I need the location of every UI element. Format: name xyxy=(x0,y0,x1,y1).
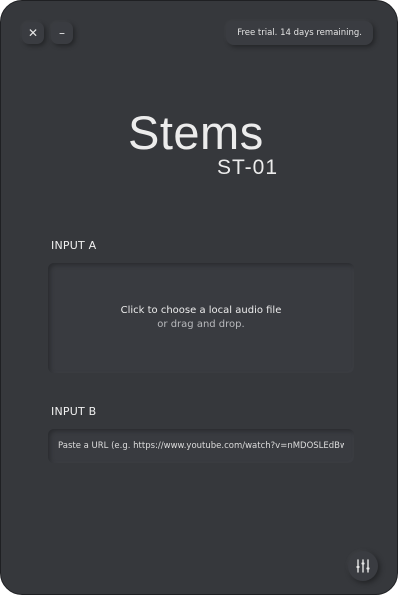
brand-logo: Stems ST-01 xyxy=(128,106,288,178)
mixer-sliders-icon xyxy=(356,559,370,573)
trial-text: Free trial. 14 days remaining. xyxy=(237,28,362,38)
url-input[interactable] xyxy=(48,429,354,463)
mixer-settings-button[interactable] xyxy=(348,551,378,581)
app-window: ✕ – Free trial. 14 days remaining. Stems… xyxy=(0,0,398,595)
audio-file-dropzone[interactable]: Click to choose a local audio file or dr… xyxy=(48,263,354,373)
dropzone-primary-text: Click to choose a local audio file xyxy=(120,305,282,316)
close-icon: ✕ xyxy=(27,26,39,40)
minimize-icon: – xyxy=(59,26,65,40)
dropzone-secondary-text: or drag and drop. xyxy=(157,319,245,330)
minimize-button[interactable]: – xyxy=(51,22,73,44)
trial-badge[interactable]: Free trial. 14 days remaining. xyxy=(226,21,373,45)
app-name: Stems xyxy=(128,106,264,159)
close-button[interactable]: ✕ xyxy=(22,22,44,44)
model-number: ST-01 xyxy=(217,156,279,179)
input-a-label: INPUT A xyxy=(51,239,97,252)
input-b-label: INPUT B xyxy=(51,405,97,418)
